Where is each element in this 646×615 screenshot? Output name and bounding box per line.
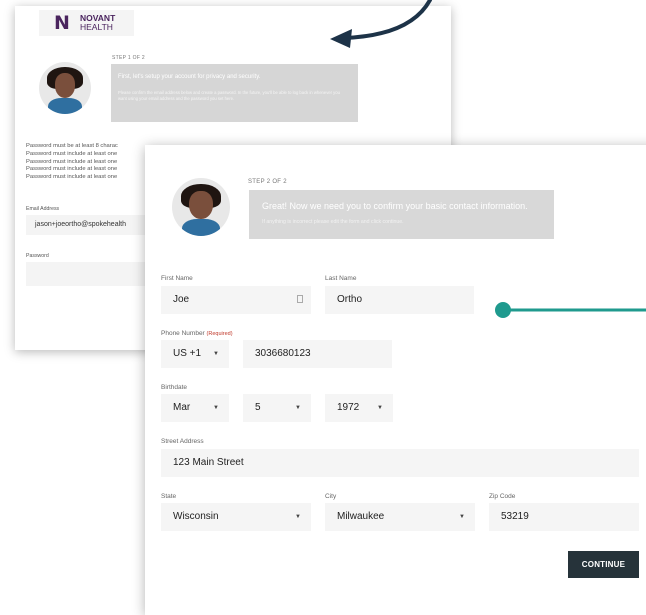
- step1-body: Please confirm the email address below a…: [118, 90, 340, 101]
- step2-message-box: Great! Now we need you to confirm your b…: [249, 190, 554, 239]
- first-name-label: First Name: [161, 275, 193, 282]
- last-name-field[interactable]: Ortho: [325, 286, 474, 314]
- first-name-value: Joe: [173, 294, 190, 305]
- step1-heading: First, let's setup your account for priv…: [118, 74, 261, 80]
- state-select[interactable]: Wisconsin ▼: [161, 503, 311, 531]
- step2-card: STEP 2 OF 2 Great! Now we need you to co…: [145, 145, 646, 615]
- password-rule: Password must include at least one: [26, 166, 118, 173]
- birth-day-value: 5: [255, 402, 261, 413]
- password-rule: Password must include at least one: [26, 174, 118, 181]
- novant-health-logo: N NOVANT HEALTH: [39, 10, 134, 36]
- last-name-label: Last Name: [325, 275, 357, 282]
- birth-day-select[interactable]: 5 ▼: [243, 394, 311, 422]
- first-name-field[interactable]: Joe: [161, 286, 311, 314]
- country-code-select[interactable]: US +1 ▼: [161, 340, 229, 368]
- step1-label: STEP 1 OF 2: [112, 55, 145, 61]
- phone-field[interactable]: 3036680123: [243, 340, 392, 368]
- phone-label-text: Phone Number: [161, 330, 205, 337]
- city-value: Milwaukee: [337, 511, 385, 522]
- chevron-down-icon: ▼: [377, 405, 383, 411]
- required-label: (Required): [206, 331, 233, 337]
- zip-field[interactable]: 53219: [489, 503, 639, 531]
- step2-heading: Great! Now we need you to confirm your b…: [262, 201, 528, 211]
- step1-message-box: First, let's setup your account for priv…: [111, 64, 358, 122]
- state-value: Wisconsin: [173, 511, 219, 522]
- chevron-down-icon: ▼: [213, 351, 219, 357]
- zip-label: Zip Code: [489, 493, 516, 500]
- password-rule: Password must include at least one: [26, 158, 118, 165]
- password-rule: Password must include at least one: [26, 150, 118, 157]
- chevron-down-icon: ▼: [295, 405, 301, 411]
- country-code-value: US +1: [173, 348, 202, 359]
- password-label: Password: [26, 253, 49, 259]
- city-select[interactable]: Milwaukee ▼: [325, 503, 475, 531]
- logo-mark: N: [54, 11, 70, 34]
- street-label: Street Address: [161, 438, 204, 445]
- birth-year-select[interactable]: 1972 ▼: [325, 394, 393, 422]
- contact-card-icon: [297, 295, 303, 303]
- chevron-down-icon: ▼: [459, 514, 465, 520]
- phone-label: Phone Number (Required): [161, 330, 233, 337]
- continue-button[interactable]: CONTINUE: [568, 551, 639, 578]
- birthdate-label: Birthdate: [161, 384, 188, 391]
- logo-text-line2: HEALTH: [80, 22, 113, 32]
- chevron-down-icon: ▼: [295, 514, 301, 520]
- email-label: Email Address: [26, 206, 60, 212]
- password-rules: Password must be at least 8 charac Passw…: [26, 143, 118, 182]
- birth-year-value: 1972: [337, 402, 360, 413]
- password-rule: Password must be at least 8 charac: [26, 143, 118, 149]
- avatar: [39, 62, 91, 114]
- street-field[interactable]: 123 Main Street: [161, 449, 639, 477]
- avatar: [172, 178, 230, 236]
- step2-subtext: If anything is incorrect please edit the…: [262, 219, 404, 225]
- birth-month-select[interactable]: Mar ▼: [161, 394, 229, 422]
- city-label: City: [325, 493, 337, 500]
- state-label: State: [161, 493, 177, 500]
- step2-label: STEP 2 OF 2: [248, 179, 287, 185]
- birth-month-value: Mar: [173, 402, 191, 413]
- chevron-down-icon: ▼: [213, 405, 219, 411]
